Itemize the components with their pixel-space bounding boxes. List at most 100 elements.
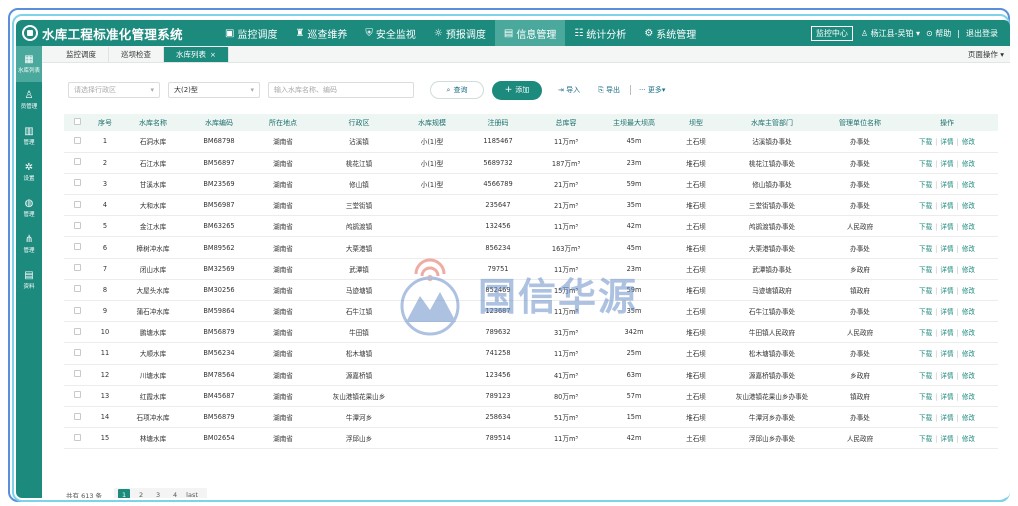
close-icon[interactable]: × bbox=[210, 51, 216, 59]
row-checkbox-cell[interactable] bbox=[64, 237, 90, 258]
sidebar-item-0[interactable]: ▦ 水库列表 bbox=[16, 46, 42, 82]
table-row[interactable]: 8 大屋头水库 BM30256 湖南省 马迹塘镇 852469 15万m³ 59m 堆石坝 马迹塘… bbox=[64, 279, 998, 301]
sidebar-item-6[interactable]: ▤ 资料 bbox=[16, 262, 42, 298]
detail-link[interactable]: 详情 bbox=[940, 266, 953, 274]
page-button-4[interactable]: 4 bbox=[169, 489, 181, 498]
table-row[interactable]: 4 大和水库 BM56987 湖南省 三堂街镇 235647 21万m³ 35m 堆石坝 三堂街镇… bbox=[64, 195, 998, 216]
page-button-2[interactable]: 2 bbox=[135, 489, 147, 498]
search-input[interactable]: 输入水库名称、编码 bbox=[268, 82, 414, 98]
row-checkbox[interactable] bbox=[73, 391, 81, 399]
table-row[interactable]: 11 大顺水库 BM56234 湖南省 松木塘镇 741258 11万m³ 25m 土石坝 松木塘… bbox=[64, 343, 998, 365]
sidebar-item-1[interactable]: ♙ 员管理 bbox=[16, 82, 42, 118]
detail-link[interactable]: 详情 bbox=[940, 308, 953, 316]
detail-link[interactable]: 详情 bbox=[940, 393, 953, 401]
row-checkbox[interactable] bbox=[73, 200, 81, 208]
row-checkbox[interactable] bbox=[73, 433, 81, 441]
download-link[interactable]: 下载 bbox=[919, 372, 932, 380]
row-checkbox-cell[interactable] bbox=[64, 301, 90, 322]
download-link[interactable]: 下载 bbox=[919, 393, 932, 401]
sidebar-item-2[interactable]: ▥ 管理 bbox=[16, 118, 42, 154]
edit-link[interactable]: 修改 bbox=[962, 435, 975, 443]
query-button[interactable]: ⌕ 查询 bbox=[430, 81, 484, 99]
table-row[interactable]: 13 红霞水库 BM45687 湖南省 灰山港镇花果山乡 789123 80万m³ 57m 土石… bbox=[64, 385, 998, 407]
detail-link[interactable]: 详情 bbox=[940, 372, 953, 380]
detail-link[interactable]: 详情 bbox=[940, 160, 953, 168]
detail-link[interactable]: 详情 bbox=[940, 138, 953, 146]
select-all-checkbox[interactable] bbox=[73, 118, 81, 125]
edit-link[interactable]: 修改 bbox=[962, 160, 975, 168]
table-row[interactable]: 10 鹏塘水库 BM56879 湖南省 牛田镇 789632 31万m³ 342m 堆石坝 牛田镇… bbox=[64, 322, 998, 343]
export-button[interactable]: ⎘ 导出 bbox=[598, 85, 620, 95]
edit-link[interactable]: 修改 bbox=[962, 202, 975, 210]
nav-item-4[interactable]: ▤ 信息管理 bbox=[494, 20, 566, 46]
download-link[interactable]: 下载 bbox=[919, 223, 932, 231]
row-checkbox-cell[interactable] bbox=[64, 322, 90, 343]
table-row[interactable]: 2 石江水库 BM56897 湖南省 桃花江镇 小(1)型 5689732 187万m³ 23m… bbox=[64, 152, 998, 174]
download-link[interactable]: 下载 bbox=[919, 350, 932, 358]
table-row[interactable]: 15 林塘水库 BM02654 湖南省 浮邱山乡 789514 11万m³ 42m 土石坝 浮邱山… bbox=[64, 428, 998, 449]
row-checkbox[interactable] bbox=[73, 243, 81, 251]
detail-link[interactable]: 详情 bbox=[940, 329, 953, 337]
row-checkbox[interactable] bbox=[73, 158, 81, 166]
edit-link[interactable]: 修改 bbox=[962, 138, 975, 146]
download-link[interactable]: 下载 bbox=[919, 329, 932, 337]
table-row[interactable]: 6 樟树冲水库 BM89562 湖南省 大栗港镇 856234 163万m³ 45m 堆石坝 大栗… bbox=[64, 237, 998, 259]
detail-link[interactable]: 详情 bbox=[940, 181, 953, 189]
edit-link[interactable]: 修改 bbox=[962, 223, 975, 231]
detail-link[interactable]: 详情 bbox=[940, 245, 953, 253]
page-ops-menu[interactable]: 页面操作 ▾ bbox=[968, 49, 1004, 60]
download-link[interactable]: 下载 bbox=[919, 308, 932, 316]
nav-item-2[interactable]: ⛨ 安全监视 bbox=[356, 20, 425, 46]
row-checkbox[interactable] bbox=[73, 264, 81, 272]
nav-item-1[interactable]: ♜ 巡查维养 bbox=[286, 20, 356, 46]
scale-select[interactable]: 大(2)型 ▾ bbox=[168, 82, 260, 98]
tab-0[interactable]: 监控调度 bbox=[54, 47, 109, 62]
download-link[interactable]: 下载 bbox=[919, 202, 932, 210]
edit-link[interactable]: 修改 bbox=[962, 414, 975, 422]
row-checkbox-cell[interactable] bbox=[64, 173, 90, 194]
detail-link[interactable]: 详情 bbox=[940, 223, 953, 231]
page-button-3[interactable]: 3 bbox=[152, 489, 164, 498]
sidebar-item-4[interactable]: ◍ 管理 bbox=[16, 190, 42, 226]
page-button-last[interactable]: last bbox=[186, 489, 198, 498]
row-checkbox-cell[interactable] bbox=[64, 279, 90, 300]
sidebar-item-3[interactable]: ✲ 设置 bbox=[16, 154, 42, 190]
sidebar-item-5[interactable]: ⋔ 管理 bbox=[16, 226, 42, 262]
more-button[interactable]: ··· 更多▾ bbox=[639, 85, 665, 95]
row-checkbox-cell[interactable] bbox=[64, 131, 90, 152]
row-checkbox-cell[interactable] bbox=[64, 343, 90, 364]
row-checkbox-cell[interactable] bbox=[64, 364, 90, 385]
download-link[interactable]: 下载 bbox=[919, 435, 932, 443]
page-button-1[interactable]: 1 bbox=[118, 489, 131, 498]
table-row[interactable]: 9 蒲石冲水库 BM59864 湖南省 石牛江镇 123687 11万m³ 35m 土石坝 石牛江… bbox=[64, 301, 998, 322]
detail-link[interactable]: 详情 bbox=[940, 350, 953, 358]
import-button[interactable]: ⇥ 导入 bbox=[558, 85, 580, 95]
logout-link[interactable]: 退出登录 bbox=[966, 28, 998, 39]
nav-item-3[interactable]: ☼ 预报调度 bbox=[425, 20, 495, 46]
region-select[interactable]: 请选择行政区 ▾ bbox=[68, 82, 160, 98]
row-checkbox[interactable] bbox=[73, 179, 81, 187]
download-link[interactable]: 下载 bbox=[919, 266, 932, 274]
row-checkbox-cell[interactable] bbox=[64, 385, 90, 406]
table-row[interactable]: 1 石洞水库 BM68798 湖南省 沾溪镇 小(1)型 1185467 11万m³ 45m 土石… bbox=[64, 131, 998, 153]
download-link[interactable]: 下载 bbox=[919, 181, 932, 189]
row-checkbox[interactable] bbox=[73, 412, 81, 420]
help-link[interactable]: ⊙ 帮助 bbox=[926, 28, 951, 39]
download-link[interactable]: 下载 bbox=[919, 138, 932, 146]
edit-link[interactable]: 修改 bbox=[962, 181, 975, 189]
detail-link[interactable]: 详情 bbox=[940, 435, 953, 443]
table-row[interactable]: 12 川塘水库 BM78564 湖南省 源嘉桥镇 123456 41万m³ 63m 堆石坝 源嘉桥… bbox=[64, 364, 998, 386]
row-checkbox[interactable] bbox=[73, 327, 81, 335]
edit-link[interactable]: 修改 bbox=[962, 308, 975, 316]
download-link[interactable]: 下载 bbox=[919, 245, 932, 253]
row-checkbox-cell[interactable] bbox=[64, 195, 90, 216]
tab-1[interactable]: 巡坝检查 bbox=[109, 47, 164, 62]
detail-link[interactable]: 详情 bbox=[940, 287, 953, 295]
tab-2[interactable]: 水库列表 × bbox=[164, 47, 229, 62]
user-menu[interactable]: ♙ 杨江县-吴铂 ▾ bbox=[861, 28, 920, 39]
edit-link[interactable]: 修改 bbox=[962, 393, 975, 401]
row-checkbox[interactable] bbox=[73, 285, 81, 293]
row-checkbox[interactable] bbox=[73, 370, 81, 378]
table-row[interactable]: 3 甘溪水库 BM23569 湖南省 修山镇 小(1)型 4566789 21万m³ 59m 土石… bbox=[64, 173, 998, 195]
edit-link[interactable]: 修改 bbox=[962, 372, 975, 380]
